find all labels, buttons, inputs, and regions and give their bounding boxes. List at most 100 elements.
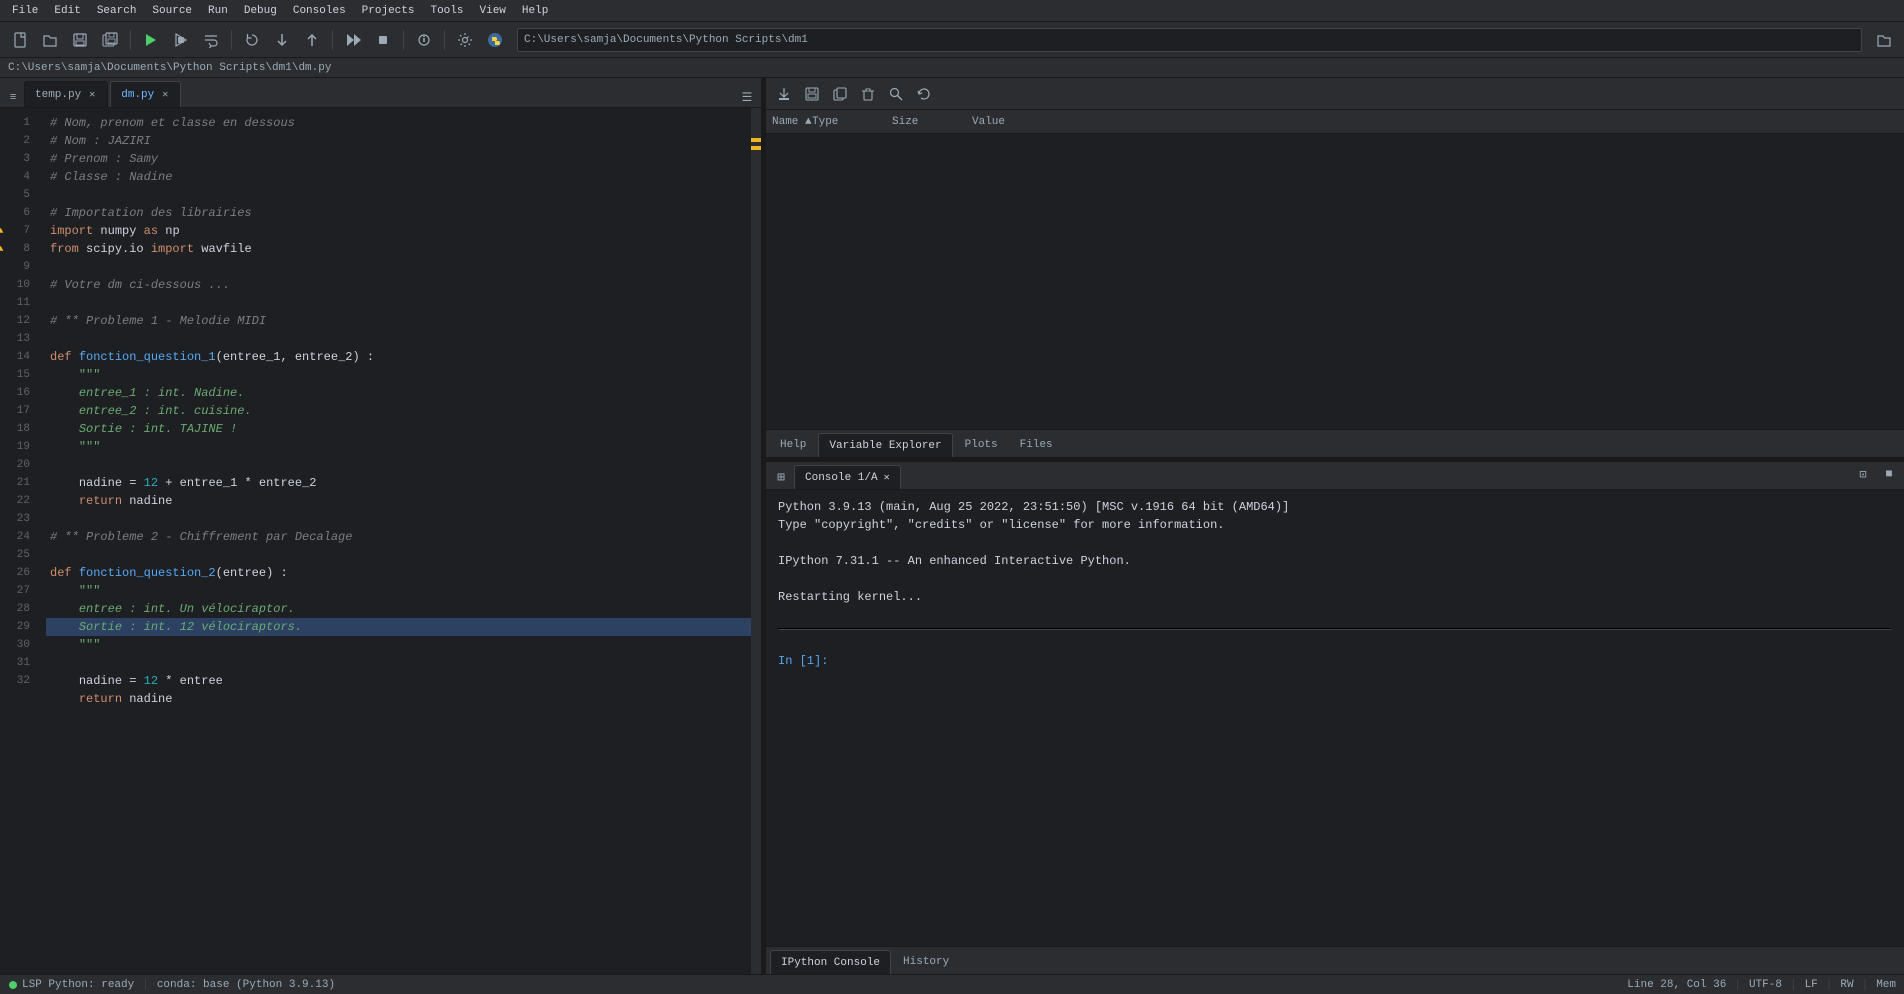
code-line-26: def fonction_question_2(entree) : xyxy=(46,564,751,582)
console-interrupt-button[interactable]: ■ xyxy=(1878,463,1900,485)
new-file-button[interactable] xyxy=(6,26,34,54)
var-tab-plots[interactable]: Plots xyxy=(955,433,1008,457)
toolbar-separator-2 xyxy=(231,30,232,50)
line-num-11: 11 xyxy=(0,294,38,312)
var-col-size-header[interactable]: Size xyxy=(892,116,972,128)
var-col-value-header[interactable]: Value xyxy=(972,116,1898,128)
line-num-29: 29 xyxy=(0,618,38,636)
menu-search[interactable]: Search xyxy=(89,3,145,19)
step-over-button[interactable] xyxy=(238,26,266,54)
statusbar-encoding: UTF-8 xyxy=(1749,979,1782,991)
var-col-type-header[interactable]: Type xyxy=(812,116,892,128)
wrap-button[interactable] xyxy=(197,26,225,54)
continue-button[interactable] xyxy=(339,26,367,54)
console-line-prompt: In [1]: xyxy=(778,652,1892,670)
menu-file[interactable]: File xyxy=(4,3,46,19)
var-toolbar xyxy=(766,78,1904,110)
var-save-button[interactable] xyxy=(800,82,824,106)
line-num-20: 20 xyxy=(0,456,38,474)
python-icon xyxy=(481,26,509,54)
var-download-button[interactable] xyxy=(772,82,796,106)
menu-projects[interactable]: Projects xyxy=(354,3,423,19)
line-num-6: 6 xyxy=(0,204,38,222)
menu-help[interactable]: Help xyxy=(514,3,556,19)
console-line-4: IPython 7.31.1 -- An enhanced Interactiv… xyxy=(778,552,1892,570)
debug-run-button[interactable] xyxy=(167,26,195,54)
editor-scrollbar[interactable] xyxy=(751,108,761,974)
filepath-text: C:\Users\samja\Documents\Python Scripts\… xyxy=(8,62,331,74)
var-delete-button[interactable] xyxy=(856,82,880,106)
menu-tools[interactable]: Tools xyxy=(422,3,471,19)
code-line-11 xyxy=(46,294,751,312)
path-bar[interactable]: C:\Users\samja\Documents\Python Scripts\… xyxy=(517,28,1862,52)
var-col-name-header[interactable]: Name ▲ xyxy=(772,116,812,128)
line-num-12: 12 xyxy=(0,312,38,330)
line-num-21: 21 xyxy=(0,474,38,492)
console-tab-ipython[interactable]: IPython Console xyxy=(770,950,891,974)
line-num-18: 18 xyxy=(0,420,38,438)
settings-button[interactable] xyxy=(451,26,479,54)
code-line-4: # Classe : Nadine xyxy=(46,168,751,186)
var-tab-variable-explorer[interactable]: Variable Explorer xyxy=(818,433,952,457)
console-options-button[interactable]: ⊡ xyxy=(1852,463,1874,485)
menu-edit[interactable]: Edit xyxy=(46,3,88,19)
code-line-30: """ xyxy=(46,636,751,654)
line-num-32: 32 xyxy=(0,672,38,690)
menu-source[interactable]: Source xyxy=(144,3,200,19)
console-line-7 xyxy=(778,606,1892,624)
tab-close-temp-py[interactable]: ✕ xyxy=(87,88,97,102)
inspect-button[interactable] xyxy=(410,26,438,54)
code-line-31 xyxy=(46,654,751,672)
save-all-button[interactable] xyxy=(96,26,124,54)
var-tab-help[interactable]: Help xyxy=(770,433,816,457)
stop-button[interactable] xyxy=(369,26,397,54)
editor-panel: ≡ temp.py ✕ dm.py ✕ ☰ 1 2 3 4 5 6 7 8 9 xyxy=(0,78,762,974)
line-num-31: 31 xyxy=(0,654,38,672)
code-line-9 xyxy=(46,258,751,276)
var-copy-button[interactable] xyxy=(828,82,852,106)
var-refresh-button[interactable] xyxy=(912,82,936,106)
line-num-1: 1 xyxy=(0,114,38,132)
menu-debug[interactable]: Debug xyxy=(236,3,285,19)
step-out-button[interactable] xyxy=(298,26,326,54)
tab-temp-py[interactable]: temp.py ✕ xyxy=(24,81,108,107)
code-line-8: from scipy.io import wavfile xyxy=(46,240,751,258)
code-line-34 xyxy=(46,708,751,726)
line-num-22: 22 xyxy=(0,492,38,510)
code-line-25 xyxy=(46,546,751,564)
statusbar: LSP Python: ready | conda: base (Python … xyxy=(0,974,1904,994)
console-tab-history[interactable]: History xyxy=(893,950,959,974)
line-num-5: 5 xyxy=(0,186,38,204)
open-file-button[interactable] xyxy=(36,26,64,54)
console-tab-close[interactable]: ✕ xyxy=(884,472,890,484)
console-tab-1[interactable]: Console 1/A ✕ xyxy=(794,465,901,489)
tab-dm-py[interactable]: dm.py ✕ xyxy=(110,81,181,107)
line-num-17: 17 xyxy=(0,402,38,420)
console-tabs: ⊞ Console 1/A ✕ ⊡ ■ xyxy=(766,462,1904,490)
var-tab-files[interactable]: Files xyxy=(1010,433,1063,457)
step-into-button[interactable] xyxy=(268,26,296,54)
code-line-7: import numpy as np xyxy=(46,222,751,240)
folder-browse-button[interactable] xyxy=(1870,26,1898,54)
editor-panel-toggle[interactable]: ≡ xyxy=(4,89,22,107)
statusbar-eol: LF xyxy=(1805,979,1818,991)
tab-options-button[interactable]: ☰ xyxy=(737,87,757,107)
statusbar-conda: conda: base (Python 3.9.13) xyxy=(157,979,335,991)
console-output[interactable]: Python 3.9.13 (main, Aug 25 2022, 23:51:… xyxy=(766,490,1904,946)
line-num-19: 19 xyxy=(0,438,38,456)
line-num-10: 10 xyxy=(0,276,38,294)
console-panel-toggle[interactable]: ⊞ xyxy=(770,465,792,489)
save-button[interactable] xyxy=(66,26,94,54)
line-num-14: 14 xyxy=(0,348,38,366)
code-line-21: nadine = 12 + entree_1 * entree_2 xyxy=(46,474,751,492)
tab-close-dm-py[interactable]: ✕ xyxy=(160,88,170,102)
menu-view[interactable]: View xyxy=(472,3,514,19)
menu-consoles[interactable]: Consoles xyxy=(285,3,354,19)
run-button[interactable] xyxy=(137,26,165,54)
var-tabs: Help Variable Explorer Plots Files xyxy=(766,429,1904,457)
menu-run[interactable]: Run xyxy=(200,3,236,19)
code-content[interactable]: # Nom, prenom et classe en dessous # Nom… xyxy=(38,108,751,974)
var-search-button[interactable] xyxy=(884,82,908,106)
code-line-16: entree_1 : int. Nadine. xyxy=(46,384,751,402)
code-line-12: # ** Probleme 1 - Melodie MIDI xyxy=(46,312,751,330)
